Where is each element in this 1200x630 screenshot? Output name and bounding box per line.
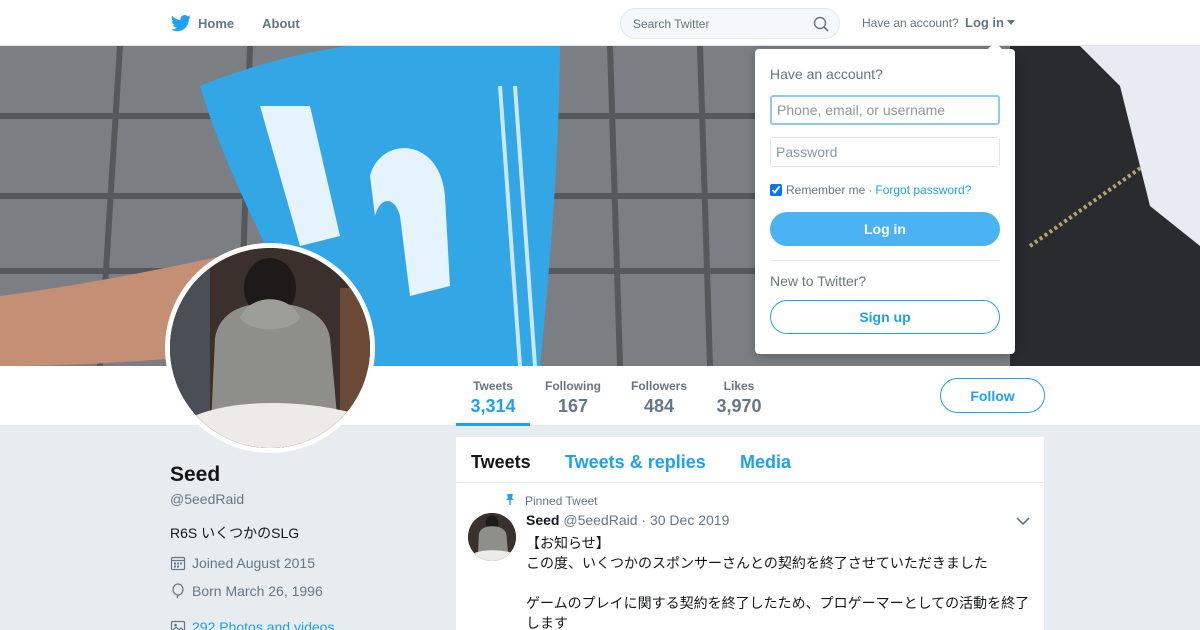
profile-born: Born March 26, 1996	[170, 583, 323, 599]
login-button[interactable]: Log in	[770, 212, 1000, 246]
follow-button[interactable]: Follow	[940, 378, 1045, 413]
signup-button[interactable]: Sign up	[770, 300, 1000, 334]
password-field[interactable]	[770, 137, 1000, 167]
remember-me-label[interactable]: Remember me	[786, 183, 865, 197]
stat-label: Tweets	[473, 379, 513, 393]
stat-value: 167	[557, 396, 589, 416]
nav-left: Home About	[170, 0, 328, 46]
stat-tweets[interactable]: Tweets 3,314	[456, 366, 530, 426]
dropdown-arrow	[987, 42, 1003, 50]
profile-bio: R6S いくつかのSLG	[170, 525, 300, 541]
tweet-author-name[interactable]: Seed	[526, 512, 559, 528]
tweet-text: 【お知らせ】 この度、いくつかのスポンサーさんとの契約を終了させていただきました…	[526, 533, 1036, 630]
stat-likes[interactable]: Likes 3,970	[710, 366, 768, 426]
pinned-tweet-label: Pinned Tweet	[525, 494, 598, 508]
tab-media[interactable]: Media	[740, 452, 791, 473]
tweet-separator: ·	[641, 512, 647, 528]
top-navigation: Home About Search Twitter Have an accoun…	[0, 0, 1200, 46]
remember-separator: ·	[868, 183, 873, 197]
stat-label: Likes	[723, 379, 755, 393]
balloon-icon	[172, 583, 184, 599]
remember-me-row: Remember me · Forgot password?	[770, 183, 971, 197]
calendar-icon	[170, 556, 186, 571]
account-prompt: Have an account?	[862, 16, 959, 30]
profile-joined: Joined August 2015	[170, 555, 315, 571]
dropdown-divider	[770, 260, 1000, 261]
tweet-line: この度、いくつかのスポンサーさんとの契約を終了させていただきました	[526, 555, 988, 571]
profile-photos-link[interactable]: 292 Photos and videos	[170, 619, 334, 630]
tweet-header: Seed @5eedRaid · 30 Dec 2019	[526, 512, 729, 528]
tab-tweets-and-replies[interactable]: Tweets & replies	[565, 452, 706, 473]
login-menu-toggle[interactable]: Log in	[965, 15, 1015, 30]
stat-label: Following	[545, 379, 601, 393]
tab-tweets[interactable]: Tweets	[471, 452, 531, 473]
about-label: About	[262, 15, 300, 31]
tweet-line: 【お知らせ】	[526, 535, 610, 551]
tweet-author-handle[interactable]: @5eedRaid	[563, 512, 637, 528]
caret-down-icon	[1007, 20, 1015, 25]
tweet-line: ゲームのプレイに関する契約を終了したため、プロゲーマーとしての活動を終了します	[526, 595, 1030, 630]
stat-value: 3,314	[470, 396, 516, 416]
profile-avatar[interactable]	[165, 243, 375, 453]
home-link[interactable]: Home	[170, 13, 234, 33]
about-link[interactable]: About	[262, 16, 300, 31]
profile-handle[interactable]: @5eedRaid	[170, 491, 244, 507]
stat-value: 484	[643, 396, 675, 416]
remember-me-checkbox[interactable]	[770, 184, 782, 196]
tweet-avatar[interactable]	[468, 513, 516, 561]
home-label: Home	[198, 15, 235, 31]
forgot-password-link[interactable]: Forgot password?	[875, 183, 971, 197]
photos-link-text[interactable]: 292 Photos and videos	[192, 619, 334, 630]
tweet-line	[526, 573, 1036, 593]
timeline-tabs: Tweets Tweets & replies Media	[456, 437, 1044, 483]
login-dropdown: Have an account? Remember me · Forgot pa…	[755, 42, 1015, 354]
login-dropdown-heading: Have an account?	[770, 66, 883, 82]
stat-following[interactable]: Following 167	[540, 366, 606, 426]
twitter-bird-icon	[170, 15, 191, 32]
born-text: Born March 26, 1996	[192, 583, 323, 599]
search-placeholder: Search Twitter	[633, 17, 710, 31]
profile-name[interactable]: Seed	[170, 463, 220, 487]
new-to-twitter-label: New to Twitter?	[770, 273, 867, 289]
chevron-down-icon[interactable]	[1016, 516, 1030, 526]
avatar-image	[170, 248, 370, 448]
joined-text: Joined August 2015	[192, 555, 315, 571]
pinned-tweet[interactable]: Pinned Tweet Seed @5eedRaid · 30 Dec 201…	[456, 483, 1044, 630]
stat-label: Followers	[630, 379, 687, 393]
search-input[interactable]: Search Twitter	[620, 8, 840, 39]
pin-icon	[506, 494, 514, 505]
username-field[interactable]	[770, 95, 1000, 125]
login-label: Log in	[965, 15, 1004, 30]
stat-value: 3,970	[716, 396, 762, 416]
timeline: Tweets Tweets & replies Media Pinned Twe…	[456, 437, 1044, 630]
tweet-date[interactable]: 30 Dec 2019	[650, 512, 729, 528]
stat-followers[interactable]: Followers 484	[624, 366, 694, 426]
search-icon[interactable]	[813, 16, 829, 32]
photo-icon	[170, 620, 186, 630]
